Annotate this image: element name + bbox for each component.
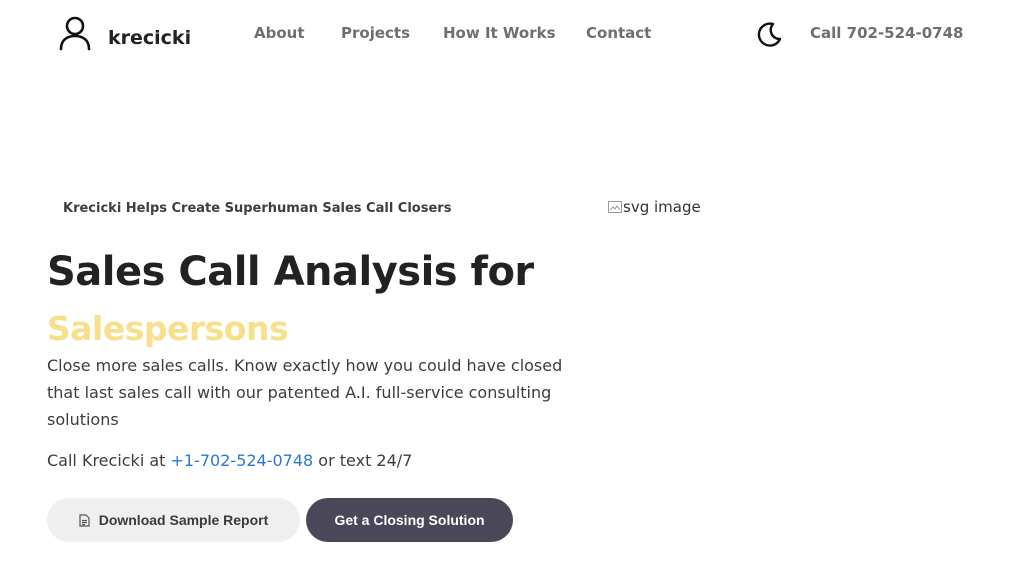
contact-prefix: Call Krecicki at: [47, 451, 171, 470]
nav-about[interactable]: About: [254, 24, 305, 42]
nav-projects[interactable]: Projects: [341, 24, 410, 42]
brand-name: krecicki: [108, 27, 192, 49]
hero-lead: Close more sales calls. Know exactly how…: [47, 356, 563, 429]
nav-contact[interactable]: Contact: [586, 24, 651, 42]
brand-link[interactable]: krecicki: [57, 15, 191, 51]
contact-suffix: or text 24/7: [313, 451, 413, 470]
call-link[interactable]: Call 702-524-0748: [810, 24, 963, 42]
image-alt-text: svg image: [623, 198, 701, 216]
moon-icon[interactable]: [755, 20, 783, 48]
page: krecicki About Projects How It Works Con…: [0, 0, 1024, 576]
hero-contact-line: Call Krecicki at +1-702-524-0748 or text…: [47, 449, 412, 473]
broken-image-icon: [607, 199, 623, 215]
download-button-label: Download Sample Report: [98, 512, 269, 528]
hero-highlight: Salespersons: [47, 309, 289, 348]
nav-how-it-works[interactable]: How It Works: [443, 24, 556, 42]
hero-eyebrow: Krecicki Helps Create Superhuman Sales C…: [63, 201, 452, 216]
get-closing-solution-button[interactable]: Get a Closing Solution: [306, 498, 513, 542]
phone-link[interactable]: +1-702-524-0748: [171, 451, 314, 470]
document-icon: [79, 513, 90, 527]
user-icon: [57, 15, 93, 51]
download-sample-report-button[interactable]: Download Sample Report: [47, 498, 300, 542]
hero-headline: Sales Call Analysis for: [47, 249, 534, 295]
hero-image: svg image: [607, 198, 701, 216]
site-header: krecicki About Projects How It Works Con…: [0, 0, 1024, 70]
